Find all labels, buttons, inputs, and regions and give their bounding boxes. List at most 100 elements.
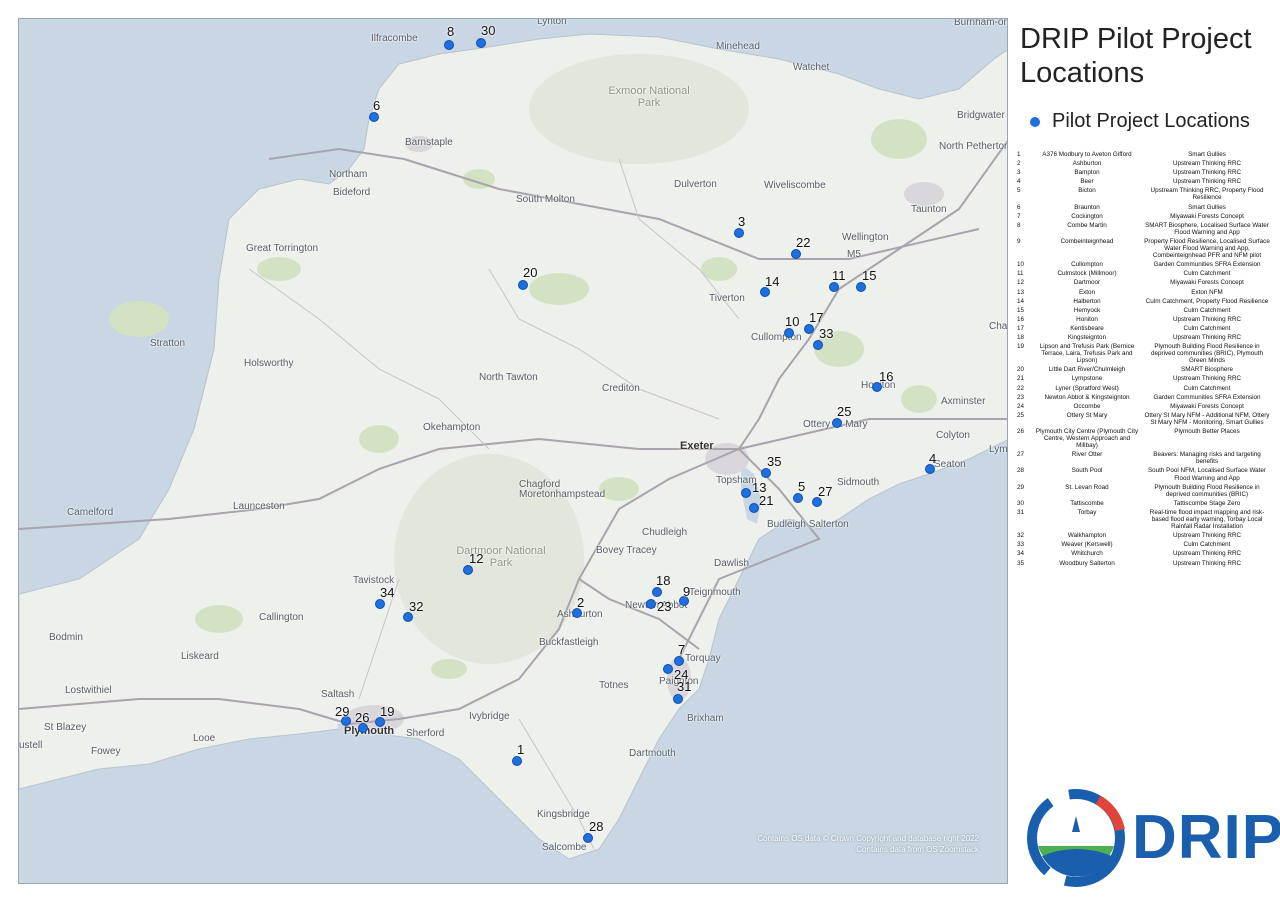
project-marker[interactable] bbox=[369, 112, 379, 122]
project-location: Torbay bbox=[1077, 508, 1097, 516]
project-row: 35 Woodbury Salterton Upstream Thinking RR… bbox=[1016, 560, 1272, 569]
marker-number: 8 bbox=[447, 24, 455, 39]
marker-number: 4 bbox=[929, 451, 937, 466]
project-marker[interactable] bbox=[832, 418, 842, 428]
project-marker[interactable] bbox=[749, 503, 759, 513]
project-marker[interactable] bbox=[741, 488, 751, 498]
project-number: 17 bbox=[1017, 324, 1025, 332]
marker-number: 25 bbox=[837, 404, 852, 419]
marker-number: 7 bbox=[678, 642, 686, 657]
project-number: 12 bbox=[1017, 279, 1025, 287]
project-marker[interactable] bbox=[673, 694, 683, 704]
place-label: Wiveliscombe bbox=[764, 180, 826, 191]
project-number: 23 bbox=[1017, 393, 1025, 401]
project-name: Miyawaki Forests Concept bbox=[1170, 279, 1244, 287]
place-label: Cullompton bbox=[751, 332, 802, 343]
project-row: 12 Dartmoor Miyawaki Forests Concept bbox=[1016, 279, 1272, 288]
project-number: 21 bbox=[1017, 375, 1025, 383]
project-location: Kingsteignton bbox=[1067, 333, 1107, 341]
project-marker[interactable] bbox=[646, 599, 656, 609]
place-label: Char bbox=[989, 321, 1008, 332]
place-label: Dawlish bbox=[714, 558, 750, 569]
project-number: 4 bbox=[1017, 178, 1021, 186]
place-label: Watchet bbox=[793, 62, 830, 73]
marker-number: 19 bbox=[380, 704, 395, 719]
drip-logo-text: DRIP bbox=[1132, 803, 1280, 872]
project-number: 13 bbox=[1017, 288, 1025, 296]
place-label: Plymouth bbox=[344, 725, 395, 737]
project-table-body: 1 A376 Modbury to Aveton Gifford Smart Gul… bbox=[1016, 151, 1272, 569]
project-number: 14 bbox=[1017, 297, 1025, 305]
project-marker[interactable] bbox=[791, 249, 801, 259]
project-marker[interactable] bbox=[761, 468, 771, 478]
place-label: Exeter bbox=[680, 440, 714, 452]
place-label: St Blazey bbox=[44, 722, 87, 733]
project-marker[interactable] bbox=[652, 587, 662, 597]
project-row: 17 Kentisbeare Culm Catchment bbox=[1016, 325, 1272, 334]
project-row: 23 Newton Abbot & Kingsteignton Garden Com… bbox=[1016, 394, 1272, 403]
project-marker[interactable] bbox=[375, 599, 385, 609]
project-location: Lyner (Spratford West) bbox=[1055, 384, 1119, 392]
project-name: Upstream Thinking RRC bbox=[1172, 315, 1242, 323]
project-row: 3 Bampton Upstream Thinking RRC bbox=[1016, 169, 1272, 178]
project-name: Smart Gullies bbox=[1188, 203, 1226, 211]
project-marker[interactable] bbox=[674, 656, 684, 666]
project-marker[interactable] bbox=[663, 664, 673, 674]
project-number: 7 bbox=[1017, 212, 1021, 220]
project-name: South Pool NFM, Localised Surface Water … bbox=[1147, 467, 1267, 482]
project-location: A376 Modbury to Aveton Gifford bbox=[1042, 151, 1132, 158]
project-marker[interactable] bbox=[804, 324, 814, 334]
project-row: 6 Braunton Smart Gullies bbox=[1016, 204, 1272, 213]
project-location: Exton bbox=[1078, 288, 1096, 296]
project-marker[interactable] bbox=[784, 328, 794, 338]
project-number: 33 bbox=[1017, 541, 1025, 549]
place-label: Okehampton bbox=[423, 422, 481, 433]
project-marker[interactable] bbox=[518, 280, 528, 290]
project-row: 2 Ashburton Upstream Thinking RRC bbox=[1016, 160, 1272, 169]
page-title: DRIP Pilot Project Locations bbox=[1020, 23, 1252, 89]
project-marker[interactable] bbox=[512, 756, 522, 766]
place-label: Dartmouth bbox=[629, 748, 676, 759]
project-name: Smart Gullies bbox=[1188, 151, 1226, 158]
project-marker[interactable] bbox=[444, 40, 454, 50]
place-label: Sidmouth bbox=[837, 477, 880, 488]
map-view[interactable]: Lynton Burnham-on Ilfracombe Minehead Wa… bbox=[18, 18, 1008, 884]
project-row: 4 Beer Upstream Thinking RRC bbox=[1016, 178, 1272, 187]
marker-number: 17 bbox=[809, 310, 824, 325]
project-location: Lipson and Trefusis Park (Bernice Terrac… bbox=[1039, 343, 1135, 365]
project-marker[interactable] bbox=[829, 282, 839, 292]
project-marker[interactable] bbox=[476, 38, 486, 48]
project-marker[interactable] bbox=[734, 228, 744, 238]
project-marker[interactable] bbox=[793, 493, 803, 503]
place-label: Crediton bbox=[602, 383, 640, 394]
project-marker[interactable] bbox=[813, 340, 823, 350]
project-location: Whitchurch bbox=[1071, 550, 1103, 558]
project-marker[interactable] bbox=[856, 282, 866, 292]
marker-number: 10 bbox=[785, 314, 800, 329]
project-location: Combeinteignhead bbox=[1060, 237, 1114, 245]
project-row: 7 Cockington Miyawaki Forests Concept bbox=[1016, 213, 1272, 222]
project-location: Honiton bbox=[1076, 315, 1098, 323]
place-label: Chudleigh bbox=[642, 527, 688, 538]
project-location: Weaver (Kerswell) bbox=[1061, 541, 1113, 549]
basemap bbox=[19, 33, 1007, 860]
project-number: 22 bbox=[1017, 384, 1025, 392]
project-location: Tattiscombe bbox=[1070, 499, 1104, 507]
project-name: Exton NFM bbox=[1191, 288, 1223, 296]
project-location: Woodbury Salterton bbox=[1059, 559, 1115, 567]
project-number: 26 bbox=[1017, 428, 1025, 435]
place-label: South Molton bbox=[516, 194, 575, 205]
project-marker[interactable] bbox=[583, 833, 593, 843]
place-label: Lym bbox=[989, 444, 1008, 455]
place-label: Stratton bbox=[150, 338, 186, 349]
place-label: Great Torrington bbox=[246, 243, 319, 254]
place-label: Bovey Tracey bbox=[596, 545, 657, 556]
project-row: 8 Combe Martin SMART Biosphere, Localised … bbox=[1016, 222, 1272, 238]
project-marker[interactable] bbox=[463, 565, 473, 575]
project-number: 3 bbox=[1017, 169, 1021, 177]
marker-number: 26 bbox=[355, 710, 370, 725]
project-row: 27 River Otter Beavers: Managing risks and… bbox=[1016, 451, 1272, 467]
project-name: Culm Catchment bbox=[1183, 270, 1231, 278]
project-location: Walkhampton bbox=[1067, 532, 1107, 540]
project-number: 6 bbox=[1017, 203, 1021, 211]
